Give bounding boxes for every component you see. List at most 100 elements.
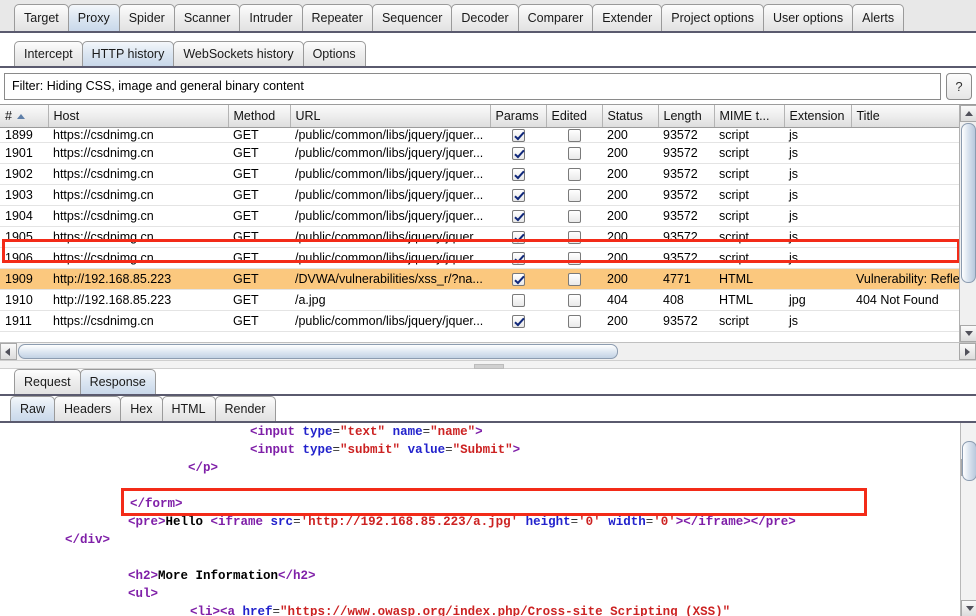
- cell-title: [851, 142, 960, 164]
- tab-options[interactable]: Options: [302, 41, 366, 66]
- tab-hex[interactable]: Hex: [120, 396, 163, 421]
- column-header-host[interactable]: Host: [48, 105, 229, 128]
- tab-decoder[interactable]: Decoder: [451, 4, 519, 31]
- edited-checkbox-unchecked[interactable]: [567, 167, 581, 181]
- scroll-left-icon[interactable]: [0, 343, 17, 360]
- table-row[interactable]: 1906 https://csdnimg.cn GET/public/common/…: [0, 247, 960, 269]
- cell-title: [851, 205, 960, 227]
- edited-checkbox-unchecked[interactable]: [567, 230, 581, 244]
- tab-request[interactable]: Request: [14, 369, 81, 394]
- cell-length: 93572: [658, 205, 714, 227]
- tab-repeater[interactable]: Repeater: [301, 4, 373, 31]
- cell-host: https://csdnimg.cn: [48, 142, 228, 164]
- column-header-label: #: [5, 108, 12, 123]
- tab-headers[interactable]: Headers: [54, 396, 122, 421]
- tab-comparer[interactable]: Comparer: [517, 4, 594, 31]
- column-header-url[interactable]: URL: [290, 105, 491, 128]
- table-row[interactable]: 1904 https://csdnimg.cn GET/public/common/…: [0, 205, 960, 227]
- params-checkbox-checked[interactable]: [511, 128, 525, 142]
- edited-checkbox-unchecked[interactable]: [567, 272, 581, 286]
- edited-checkbox-unchecked[interactable]: [567, 209, 581, 223]
- params-checkbox-unchecked[interactable]: [511, 293, 525, 307]
- code-line: <h2>More Information</h2>: [0, 567, 960, 585]
- scroll-right-icon[interactable]: [959, 343, 976, 360]
- tab-response[interactable]: Response: [79, 369, 156, 394]
- cell-edited: [546, 226, 602, 248]
- column-header-method[interactable]: Method: [228, 105, 291, 128]
- params-checkbox-checked[interactable]: [511, 314, 525, 328]
- tab-target[interactable]: Target: [14, 4, 69, 31]
- params-checkbox-checked[interactable]: [511, 230, 525, 244]
- column-header-extension[interactable]: Extension: [784, 105, 852, 128]
- cell-status: 200: [602, 226, 658, 248]
- tab-extender[interactable]: Extender: [592, 4, 663, 31]
- code-token-tg: ></iframe></pre>: [675, 515, 796, 529]
- table-row[interactable]: 1903 https://csdnimg.cn GET/public/common/…: [0, 184, 960, 206]
- tab-intercept[interactable]: Intercept: [14, 41, 83, 66]
- response-scroll-down-icon[interactable]: [961, 600, 976, 616]
- response-body-viewer[interactable]: <input type="text" name="name"> <input ty…: [0, 423, 976, 616]
- code-line: <pre>Hello <iframe src='http://192.168.8…: [0, 513, 960, 531]
- table-horizontal-scrollbar[interactable]: [0, 342, 976, 360]
- vertical-scroll-thumb[interactable]: [961, 123, 976, 283]
- tab-websockets-history[interactable]: WebSockets history: [173, 41, 304, 66]
- scroll-up-icon[interactable]: [960, 105, 976, 122]
- column-header-length[interactable]: Length: [658, 105, 715, 128]
- tab-intruder[interactable]: Intruder: [239, 4, 303, 31]
- params-checkbox-checked[interactable]: [511, 188, 525, 202]
- column-header-status[interactable]: Status: [602, 105, 659, 128]
- table-row[interactable]: 1899 https://csdnimg.cn GET/public/common/…: [0, 127, 960, 143]
- column-header-mime-t[interactable]: MIME t...: [714, 105, 785, 128]
- table-row[interactable]: 1911 https://csdnimg.cn GET/public/common/…: [0, 310, 960, 332]
- response-scroll-thumb[interactable]: [962, 441, 976, 481]
- cell-mime-type: script: [714, 310, 784, 332]
- edited-checkbox-unchecked[interactable]: [567, 128, 581, 142]
- tab-proxy[interactable]: Proxy: [67, 4, 120, 31]
- code-line: </div>: [0, 531, 960, 549]
- column-header-[interactable]: #: [0, 105, 49, 128]
- tab-alerts[interactable]: Alerts: [852, 4, 905, 31]
- response-vertical-scrollbar[interactable]: [960, 423, 976, 616]
- edited-checkbox-unchecked[interactable]: [567, 188, 581, 202]
- params-checkbox-checked[interactable]: [511, 167, 525, 181]
- tab-label: Options: [312, 47, 356, 61]
- edited-checkbox-unchecked[interactable]: [567, 314, 581, 328]
- params-checkbox-checked[interactable]: [511, 251, 525, 265]
- help-icon[interactable]: ?: [946, 73, 972, 100]
- horizontal-scroll-thumb[interactable]: [18, 344, 618, 359]
- cell-edited: [546, 310, 602, 332]
- params-checkbox-checked[interactable]: [511, 272, 525, 286]
- tab-label: Target: [24, 11, 59, 25]
- tab-sequencer[interactable]: Sequencer: [371, 4, 453, 31]
- tab-render[interactable]: Render: [214, 396, 276, 421]
- tab-scanner[interactable]: Scanner: [173, 4, 241, 31]
- table-row[interactable]: 1902 https://csdnimg.cn GET/public/common/…: [0, 163, 960, 185]
- cell-title: [851, 127, 960, 143]
- column-header-title[interactable]: Title: [851, 105, 961, 128]
- panel-splitter[interactable]: [0, 360, 976, 369]
- cell-title: [851, 184, 960, 206]
- table-row[interactable]: 1901 https://csdnimg.cn GET/public/common/…: [0, 142, 960, 164]
- filter-display[interactable]: Filter: Hiding CSS, image and general bi…: [4, 73, 941, 100]
- column-header-edited[interactable]: Edited: [546, 105, 603, 128]
- edited-checkbox-unchecked[interactable]: [567, 146, 581, 160]
- tab-html[interactable]: HTML: [161, 396, 216, 421]
- tab-raw[interactable]: Raw: [10, 396, 56, 421]
- sort-ascending-icon: [16, 113, 25, 119]
- column-header-params[interactable]: Params: [490, 105, 547, 128]
- tab-http-history[interactable]: HTTP history: [81, 41, 175, 66]
- scroll-down-icon[interactable]: [960, 325, 976, 342]
- column-header-label: Params: [495, 108, 539, 123]
- params-checkbox-checked[interactable]: [511, 209, 525, 223]
- edited-checkbox-unchecked[interactable]: [567, 251, 581, 265]
- tab-user-options[interactable]: User options: [762, 4, 854, 31]
- table-row[interactable]: 1905 https://csdnimg.cn GET/public/common/…: [0, 226, 960, 248]
- edited-checkbox-unchecked[interactable]: [567, 293, 581, 307]
- table-row[interactable]: 1910 http://192.168.85.223 GET/a.jpg 404 408…: [0, 289, 960, 311]
- tab-spider[interactable]: Spider: [118, 4, 175, 31]
- table-row[interactable]: 1909 http://192.168.85.223 GET/DVWA/vulner…: [0, 268, 960, 290]
- tab-project-options[interactable]: Project options: [661, 4, 764, 31]
- table-vertical-scrollbar[interactable]: [959, 105, 976, 342]
- params-checkbox-checked[interactable]: [511, 146, 525, 160]
